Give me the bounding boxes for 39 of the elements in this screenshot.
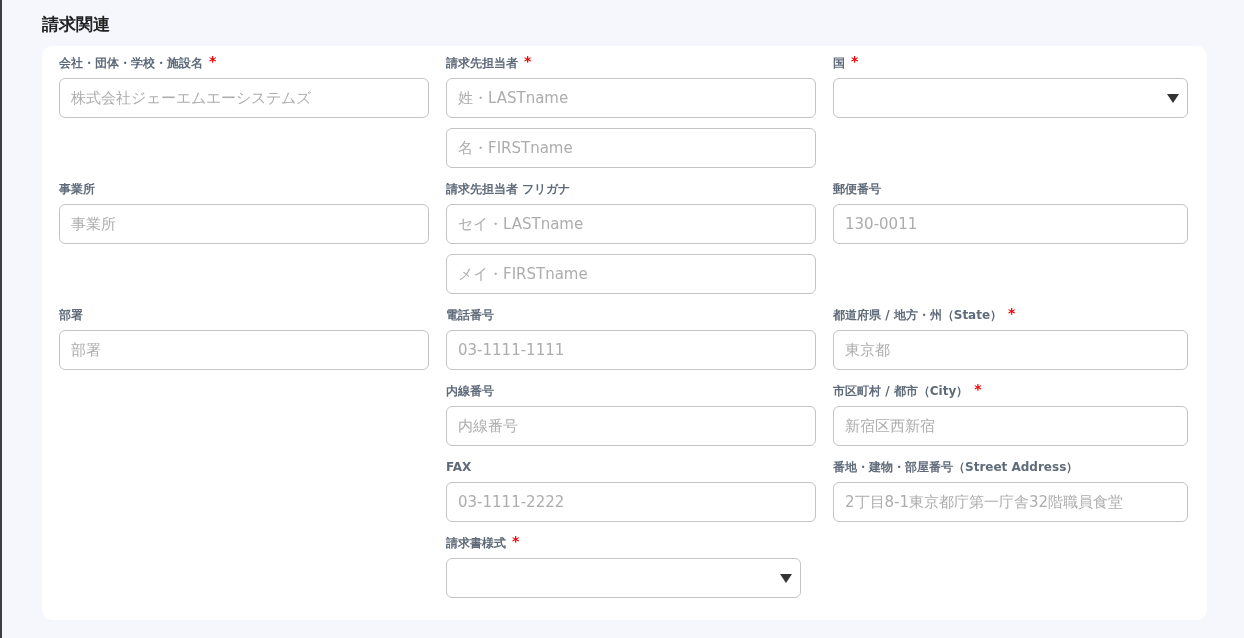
input-field[interactable]: セイ・LASTname bbox=[446, 203, 816, 244]
required-mark: * bbox=[209, 53, 217, 68]
required-mark: * bbox=[1008, 305, 1016, 320]
input-field[interactable]: 東京都 bbox=[833, 329, 1188, 370]
field-label: 電話番号 bbox=[446, 306, 494, 324]
required-mark: * bbox=[524, 53, 532, 68]
field-label: 事業所 bbox=[59, 180, 95, 198]
field-label: 国 bbox=[833, 54, 845, 72]
field-label: 郵便番号 bbox=[833, 180, 881, 198]
caret-icon bbox=[1167, 93, 1179, 103]
input-field[interactable]: 2丁目8-1東京都庁第一庁舎32階職員食堂 bbox=[833, 481, 1188, 522]
caret-icon bbox=[780, 573, 792, 583]
input-field[interactable]: 事業所 bbox=[59, 203, 429, 244]
field-label: 内線番号 bbox=[446, 382, 494, 400]
input-field[interactable]: 03-1111-2222 bbox=[446, 481, 816, 522]
field-label: 請求書様式 bbox=[446, 534, 506, 552]
select-field[interactable] bbox=[833, 77, 1188, 118]
input-field[interactable]: 姓・LASTname bbox=[446, 77, 816, 118]
input-field[interactable]: 130-0011 bbox=[833, 203, 1188, 244]
input-field[interactable]: 新宿区西新宿 bbox=[833, 405, 1188, 446]
field-label: 請求先担当者 フリガナ bbox=[446, 180, 571, 198]
input-field[interactable]: 株式会社ジェーエムエーシステムズ bbox=[59, 77, 429, 118]
field-label: FAX bbox=[446, 458, 472, 476]
section-title: 請求関連 bbox=[42, 13, 111, 36]
required-mark: * bbox=[851, 53, 859, 68]
select-field[interactable] bbox=[446, 557, 801, 598]
input-field[interactable]: 名・FIRSTname bbox=[446, 127, 816, 168]
input-field[interactable]: 03-1111-1111 bbox=[446, 329, 816, 370]
required-mark: * bbox=[974, 381, 982, 396]
field-label: 都道府県 / 地方・州（State） bbox=[833, 306, 1003, 324]
input-field[interactable]: 部署 bbox=[59, 329, 429, 370]
input-field[interactable]: 内線番号 bbox=[446, 405, 816, 446]
required-mark: * bbox=[512, 533, 520, 548]
field-label: 部署 bbox=[59, 306, 83, 324]
field-label: 番地・建物・部屋番号（Street Address） bbox=[833, 458, 1079, 476]
field-label: 市区町村 / 都市（City） bbox=[833, 382, 969, 400]
input-field[interactable]: メイ・FIRSTname bbox=[446, 253, 816, 294]
field-label: 会社・団体・学校・施設名 bbox=[59, 54, 203, 72]
field-label: 請求先担当者 bbox=[446, 54, 518, 72]
